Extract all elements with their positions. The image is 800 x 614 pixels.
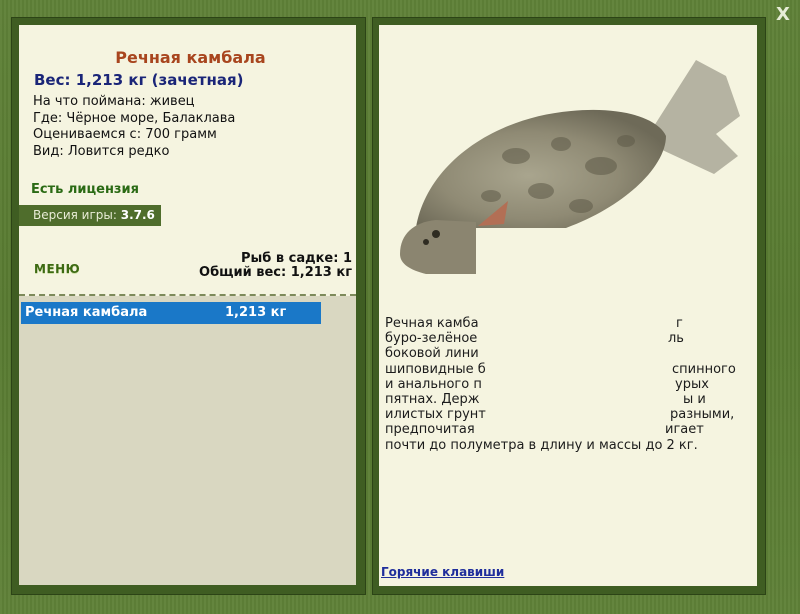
description-fragment: игает <box>665 422 704 438</box>
description-line-wrap: илистых грунт разными, <box>385 407 745 422</box>
description-fragment: ы и <box>683 392 706 408</box>
catch-weight: 1,213 кг <box>225 305 287 320</box>
description-fragment: г <box>676 316 683 331</box>
description-line-wrap: и анального п урых <box>385 377 745 392</box>
list-item[interactable]: Речная камбала 1,213 кг <box>21 302 321 324</box>
fish-head <box>400 220 476 274</box>
description-line-wrap: буро-зелёное ль <box>385 331 745 346</box>
keepnet-count: Рыб в садке: 1 <box>240 251 352 266</box>
fish-body <box>416 109 666 230</box>
description-line-wrap: шиповидные б спинного <box>385 362 745 377</box>
rated-line: Оцениваемся с: 700 грамм <box>33 127 217 142</box>
keepnet-summary: Рыб в садке: 1 Общий вес: 1,213 кг <box>199 252 352 280</box>
flounder-image <box>400 60 742 276</box>
description-line-wrap: предпочитая игает <box>385 422 745 437</box>
description-fragment: ль <box>668 331 684 347</box>
fish-eye <box>432 230 440 238</box>
catch-name: Речная камбала <box>25 305 148 320</box>
keepnet-list-area <box>19 296 356 585</box>
description-line-wrap: пятнах. Держ ы и <box>385 392 745 407</box>
description-line: буро-зелёное <box>385 331 478 347</box>
description-line: Речная камба <box>385 316 479 331</box>
keepnet-total-weight: Общий вес: 1,213 кг <box>199 265 352 280</box>
fish-weight: Вес: 1,213 кг (зачетная) <box>34 71 244 89</box>
dashed-divider <box>19 294 356 296</box>
hotkeys-link[interactable]: Горячие клавиши <box>381 565 504 579</box>
location-line: Где: Чёрное море, Балаклава <box>33 110 236 126</box>
description-fragment: спинного <box>672 361 736 377</box>
fish-description: Речная камба г буро-зелёное ль боковой л… <box>385 316 745 453</box>
version-label: Версия игры: <box>33 208 117 222</box>
license-status: Есть лицензия <box>31 182 139 197</box>
description-fragment: урых <box>675 376 709 392</box>
fish-info: На что поймана: живец Где: Чёрное море, … <box>33 94 235 160</box>
description-line-wrap: Речная камба г <box>385 316 745 331</box>
game-version: Версия игры: 3.7.6 <box>19 205 161 226</box>
rarity-line: Вид: Ловится редко <box>33 143 170 159</box>
bait-line: На что поймана: живец <box>33 94 195 109</box>
close-icon[interactable]: X <box>774 4 792 26</box>
description-line: почти до полуметра в длину и массы до 2 … <box>385 437 698 453</box>
tail-fin <box>654 60 740 174</box>
menu-button[interactable]: МЕНЮ <box>34 262 80 276</box>
description-line: боковой лини <box>385 346 479 362</box>
fish-title: Речная камбала <box>115 48 266 67</box>
description-fragment: разными, <box>670 407 735 423</box>
version-value: 3.7.6 <box>120 208 155 222</box>
